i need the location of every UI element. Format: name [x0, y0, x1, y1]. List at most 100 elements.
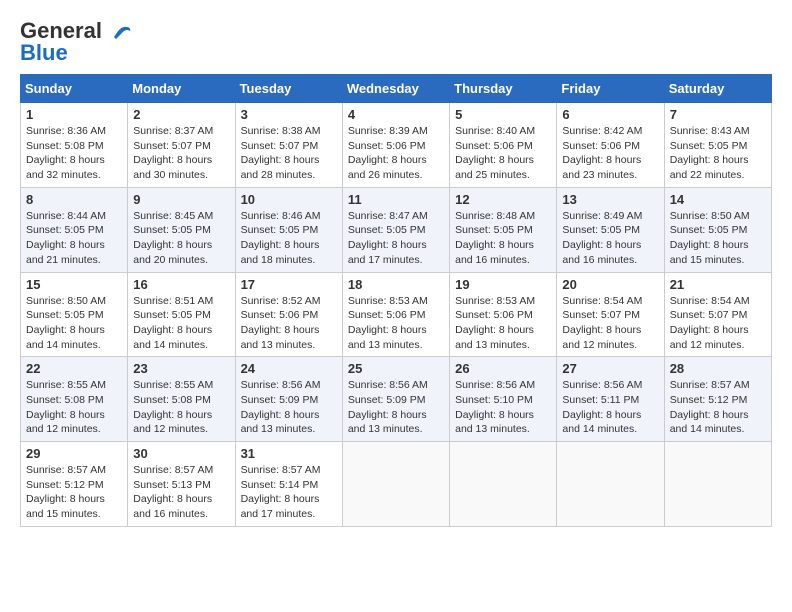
table-row [557, 442, 664, 527]
table-row [664, 442, 771, 527]
day-info: Sunrise: 8:36 AMSunset: 5:08 PMDaylight:… [26, 124, 122, 183]
day-number: 23 [133, 361, 229, 376]
table-row: 3 Sunrise: 8:38 AMSunset: 5:07 PMDaylight… [235, 103, 342, 188]
col-header-thursday: Thursday [450, 75, 557, 103]
table-row: 5 Sunrise: 8:40 AMSunset: 5:06 PMDaylight… [450, 103, 557, 188]
day-info: Sunrise: 8:56 AMSunset: 5:09 PMDaylight:… [348, 378, 444, 437]
day-info: Sunrise: 8:45 AMSunset: 5:05 PMDaylight:… [133, 209, 229, 268]
day-info: Sunrise: 8:57 AMSunset: 5:14 PMDaylight:… [241, 463, 337, 522]
day-number: 13 [562, 192, 658, 207]
day-info: Sunrise: 8:55 AMSunset: 5:08 PMDaylight:… [26, 378, 122, 437]
day-info: Sunrise: 8:57 AMSunset: 5:12 PMDaylight:… [26, 463, 122, 522]
day-number: 14 [670, 192, 766, 207]
day-number: 22 [26, 361, 122, 376]
page-header: General Blue [20, 20, 772, 64]
day-number: 15 [26, 277, 122, 292]
day-number: 3 [241, 107, 337, 122]
table-row: 27 Sunrise: 8:56 AMSunset: 5:11 PMDayligh… [557, 357, 664, 442]
table-row: 17Sunrise: 8:52 AMSunset: 5:06 PMDayligh… [235, 272, 342, 357]
calendar-week-4: 22 Sunrise: 8:55 AMSunset: 5:08 PMDayligh… [21, 357, 772, 442]
table-row: 14 Sunrise: 8:50 AMSunset: 5:05 PMDayligh… [664, 187, 771, 272]
logo-text: General Blue [20, 20, 102, 64]
table-row: 29 Sunrise: 8:57 AMSunset: 5:12 PMDayligh… [21, 442, 128, 527]
day-number: 28 [670, 361, 766, 376]
calendar-week-1: 1 Sunrise: 8:36 AMSunset: 5:08 PMDaylight… [21, 103, 772, 188]
day-number: 6 [562, 107, 658, 122]
table-row: 15 Sunrise: 8:50 AMSunset: 5:05 PMDayligh… [21, 272, 128, 357]
day-info: Sunrise: 8:57 AMSunset: 5:12 PMDaylight:… [670, 378, 766, 437]
table-row: 11 Sunrise: 8:47 AMSunset: 5:05 PMDayligh… [342, 187, 449, 272]
day-number: 24 [241, 361, 337, 376]
day-info: Sunrise: 8:50 AMSunset: 5:05 PMDaylight:… [26, 294, 122, 353]
day-number: 5 [455, 107, 551, 122]
day-number: 26 [455, 361, 551, 376]
day-number: 16 [133, 277, 229, 292]
table-row: 13 Sunrise: 8:49 AMSunset: 5:05 PMDayligh… [557, 187, 664, 272]
calendar-week-5: 29 Sunrise: 8:57 AMSunset: 5:12 PMDayligh… [21, 442, 772, 527]
day-number: 30 [133, 446, 229, 461]
table-row: 2 Sunrise: 8:37 AMSunset: 5:07 PMDaylight… [128, 103, 235, 188]
day-info: Sunrise: 8:47 AMSunset: 5:05 PMDaylight:… [348, 209, 444, 268]
day-info: Sunrise: 8:40 AMSunset: 5:06 PMDaylight:… [455, 124, 551, 183]
col-header-monday: Monday [128, 75, 235, 103]
day-info: Sunrise: 8:56 AMSunset: 5:11 PMDaylight:… [562, 378, 658, 437]
table-row [450, 442, 557, 527]
day-info: Sunrise: 8:52 AMSunset: 5:06 PMDaylight:… [241, 294, 337, 353]
table-row: 16 Sunrise: 8:51 AMSunset: 5:05 PMDayligh… [128, 272, 235, 357]
day-info: Sunrise: 8:56 AMSunset: 5:09 PMDaylight:… [241, 378, 337, 437]
day-number: 10 [241, 192, 337, 207]
table-row: 6 Sunrise: 8:42 AMSunset: 5:06 PMDaylight… [557, 103, 664, 188]
day-info: Sunrise: 8:50 AMSunset: 5:05 PMDaylight:… [670, 209, 766, 268]
table-row: 9 Sunrise: 8:45 AMSunset: 5:05 PMDaylight… [128, 187, 235, 272]
day-info: Sunrise: 8:51 AMSunset: 5:05 PMDaylight:… [133, 294, 229, 353]
table-row: 31 Sunrise: 8:57 AMSunset: 5:14 PMDayligh… [235, 442, 342, 527]
day-info: Sunrise: 8:43 AMSunset: 5:05 PMDaylight:… [670, 124, 766, 183]
day-number: 8 [26, 192, 122, 207]
day-info: Sunrise: 8:48 AMSunset: 5:05 PMDaylight:… [455, 209, 551, 268]
day-number: 7 [670, 107, 766, 122]
day-number: 18 [348, 277, 444, 292]
table-row: 24 Sunrise: 8:56 AMSunset: 5:09 PMDayligh… [235, 357, 342, 442]
day-info: Sunrise: 8:53 AMSunset: 5:06 PMDaylight:… [455, 294, 551, 353]
table-row: 10 Sunrise: 8:46 AMSunset: 5:05 PMDayligh… [235, 187, 342, 272]
table-row: 28 Sunrise: 8:57 AMSunset: 5:12 PMDayligh… [664, 357, 771, 442]
calendar-week-2: 8Sunrise: 8:44 AMSunset: 5:05 PMDaylight… [21, 187, 772, 272]
day-number: 25 [348, 361, 444, 376]
day-info: Sunrise: 8:55 AMSunset: 5:08 PMDaylight:… [133, 378, 229, 437]
col-header-sunday: Sunday [21, 75, 128, 103]
col-header-friday: Friday [557, 75, 664, 103]
day-info: Sunrise: 8:49 AMSunset: 5:05 PMDaylight:… [562, 209, 658, 268]
table-row: 30 Sunrise: 8:57 AMSunset: 5:13 PMDayligh… [128, 442, 235, 527]
table-row: 19Sunrise: 8:53 AMSunset: 5:06 PMDayligh… [450, 272, 557, 357]
table-row: 1 Sunrise: 8:36 AMSunset: 5:08 PMDaylight… [21, 103, 128, 188]
logo: General Blue [20, 20, 134, 64]
day-number: 27 [562, 361, 658, 376]
day-number: 2 [133, 107, 229, 122]
day-info: Sunrise: 8:38 AMSunset: 5:07 PMDaylight:… [241, 124, 337, 183]
day-number: 20 [562, 277, 658, 292]
table-row [342, 442, 449, 527]
day-number: 31 [241, 446, 337, 461]
day-info: Sunrise: 8:54 AMSunset: 5:07 PMDaylight:… [562, 294, 658, 353]
calendar-week-3: 15 Sunrise: 8:50 AMSunset: 5:05 PMDayligh… [21, 272, 772, 357]
day-info: Sunrise: 8:57 AMSunset: 5:13 PMDaylight:… [133, 463, 229, 522]
day-info: Sunrise: 8:42 AMSunset: 5:06 PMDaylight:… [562, 124, 658, 183]
day-number: 9 [133, 192, 229, 207]
day-number: 4 [348, 107, 444, 122]
table-row: 18Sunrise: 8:53 AMSunset: 5:06 PMDayligh… [342, 272, 449, 357]
table-row: 20 Sunrise: 8:54 AMSunset: 5:07 PMDayligh… [557, 272, 664, 357]
table-row: 26Sunrise: 8:56 AMSunset: 5:10 PMDayligh… [450, 357, 557, 442]
table-row: 22 Sunrise: 8:55 AMSunset: 5:08 PMDayligh… [21, 357, 128, 442]
col-header-wednesday: Wednesday [342, 75, 449, 103]
table-row: 21Sunrise: 8:54 AMSunset: 5:07 PMDayligh… [664, 272, 771, 357]
logo-bird-icon [106, 21, 134, 49]
logo-blue: Blue [20, 40, 68, 65]
day-number: 29 [26, 446, 122, 461]
day-number: 11 [348, 192, 444, 207]
table-row: 8Sunrise: 8:44 AMSunset: 5:05 PMDaylight… [21, 187, 128, 272]
day-number: 1 [26, 107, 122, 122]
calendar-table: SundayMondayTuesdayWednesdayThursdayFrid… [20, 74, 772, 527]
table-row: 7 Sunrise: 8:43 AMSunset: 5:05 PMDaylight… [664, 103, 771, 188]
day-info: Sunrise: 8:46 AMSunset: 5:05 PMDaylight:… [241, 209, 337, 268]
day-info: Sunrise: 8:37 AMSunset: 5:07 PMDaylight:… [133, 124, 229, 183]
